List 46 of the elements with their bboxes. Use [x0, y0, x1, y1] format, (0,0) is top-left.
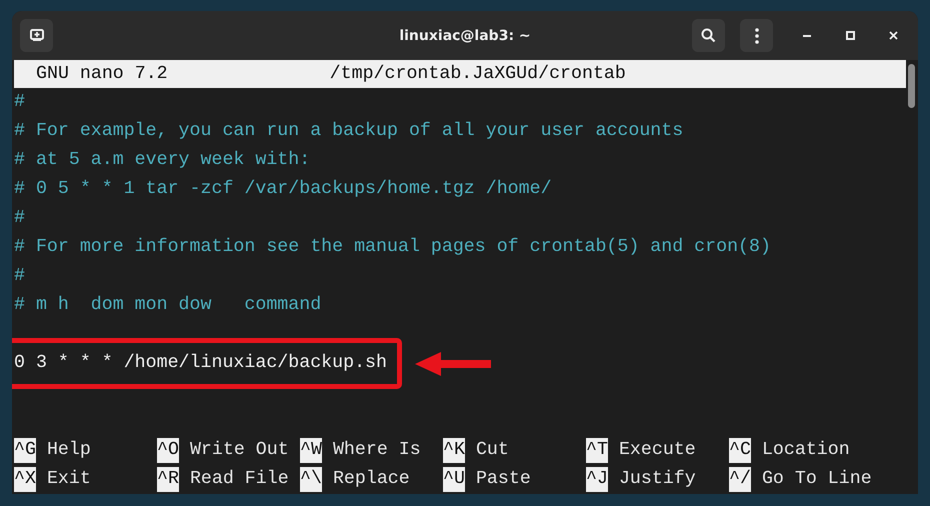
comment-line: #	[14, 91, 25, 114]
shortcut-label: Read File	[190, 468, 289, 491]
shortcut-label: Replace	[332, 468, 410, 491]
shortcut-label: Cut	[476, 439, 509, 462]
shortcut-label: Write Out	[190, 439, 289, 462]
new-tab-icon	[30, 29, 44, 42]
scrollbar-thumb[interactable]	[908, 64, 915, 108]
shortcut-key: ^G	[14, 438, 36, 463]
window-title: linuxiac@lab3: ~	[399, 28, 531, 44]
shortcut-label: Justify	[618, 468, 696, 491]
comment-line: # For more information see the manual pages of crontab(5) and cron(8)	[14, 236, 771, 259]
editor-version: GNU nano 7.2	[36, 63, 168, 86]
shortcut-key: ^/	[729, 467, 751, 492]
shortcut-label: Help	[46, 439, 91, 462]
shortcut-key: ^W	[300, 438, 322, 463]
file-path: /tmp/crontab.JaXGUd/crontab	[330, 63, 626, 86]
comment-line: # For example, you can run a backup of all your user accounts	[14, 120, 684, 143]
minimize-icon	[803, 34, 811, 36]
shortcut-key: ^C	[729, 438, 751, 463]
shortcut-key: ^R	[157, 467, 179, 492]
shortcut-key: ^U	[443, 467, 465, 492]
menu-icon	[754, 28, 758, 44]
shortcut-key: ^X	[14, 467, 36, 492]
shortcut-key: ^J	[586, 467, 608, 492]
comment-line: # m h dom mon dow command	[14, 294, 322, 317]
shortcut-label: Execute	[618, 439, 696, 462]
shortcut-key: ^\	[300, 467, 322, 492]
search-icon	[701, 28, 716, 43]
comment-line: #	[14, 207, 25, 230]
comment-line: # at 5 a.m every week with:	[14, 149, 310, 172]
menu-button[interactable]	[740, 19, 773, 52]
search-button[interactable]	[692, 19, 725, 52]
maximize-icon	[846, 31, 854, 40]
shortcut-key: ^T	[586, 438, 608, 463]
comment-line: # 0 5 * * 1 tar -zcf /var/backups/home.tgz /home/	[14, 178, 552, 201]
shortcut-label: Go To Line	[762, 468, 872, 491]
shortcut-key: ^K	[443, 438, 465, 463]
shortcut-label: Where Is	[332, 439, 421, 462]
shortcut-label: Paste	[476, 468, 531, 491]
shortcut-label: Location	[762, 439, 850, 462]
shortcut-label: Exit	[46, 468, 91, 491]
shortcut-key: ^O	[157, 438, 179, 463]
comment-line: #	[14, 265, 25, 288]
cron-entry: 0 3 * * * /home/linuxiac/backup.sh	[14, 352, 387, 375]
new-tab-button[interactable]	[20, 19, 53, 52]
close-icon	[888, 31, 898, 40]
